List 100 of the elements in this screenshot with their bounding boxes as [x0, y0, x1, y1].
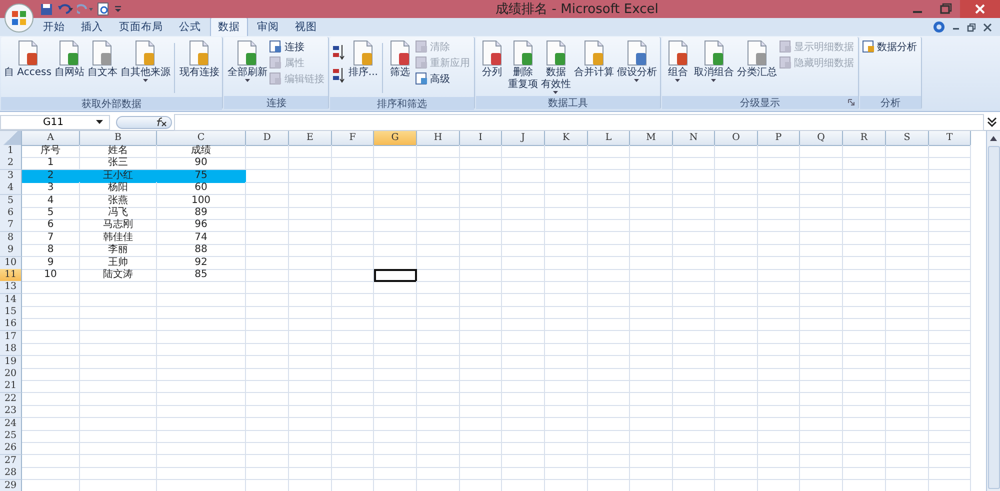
row-header[interactable]: 20 [0, 368, 22, 382]
ribbon-button[interactable]: 自文本 [86, 39, 118, 79]
ribbon-button[interactable]: 组合 [664, 39, 692, 82]
row-header[interactable]: 2 [0, 157, 22, 170]
row-header[interactable]: 7 [0, 219, 22, 232]
column-header[interactable]: J [502, 131, 545, 146]
ribbon-button[interactable]: 删除 重复项 [506, 39, 539, 91]
redo-icon[interactable] [77, 3, 93, 15]
column-header[interactable]: H [417, 131, 460, 146]
close-icon[interactable] [983, 22, 992, 32]
row-header[interactable]: 29 [0, 480, 22, 491]
row-header[interactable]: 3 [0, 170, 22, 183]
row-header[interactable]: 25 [0, 430, 22, 443]
print-preview-icon[interactable] [97, 2, 110, 16]
column-header[interactable]: N [673, 131, 715, 146]
dialog-launcher-icon[interactable] [848, 99, 855, 106]
row-header[interactable]: 9 [0, 244, 22, 258]
ribbon-button[interactable]: 排序... [347, 39, 379, 79]
row-header[interactable]: 13 [0, 281, 22, 294]
ribbon-button[interactable]: 自其他来源 [119, 39, 172, 82]
column-header[interactable]: F [332, 131, 374, 146]
ribbon-button[interactable]: 数据分析 [862, 39, 919, 54]
column-header[interactable]: R [843, 131, 886, 146]
row-header[interactable]: 21 [0, 380, 22, 394]
column-header[interactable]: O [715, 131, 758, 146]
expand-icon[interactable] [986, 116, 998, 128]
sort-icon[interactable] [332, 43, 346, 61]
column-header[interactable]: M [630, 131, 673, 146]
column-header[interactable]: I [460, 131, 502, 146]
ribbon-button[interactable]: 合并计算 [572, 39, 615, 79]
row-header[interactable]: 24 [0, 418, 22, 431]
column-header[interactable]: Q [800, 131, 843, 146]
ribbon-button[interactable]: 自 Access [3, 39, 52, 79]
row-header[interactable]: 5 [0, 194, 22, 208]
table-cell: 3 [22, 182, 80, 196]
row-header[interactable]: 15 [0, 306, 22, 320]
column-header[interactable]: E [289, 131, 332, 146]
ribbon-button[interactable]: 分类汇总 [736, 39, 778, 79]
column-header[interactable]: S [886, 131, 929, 146]
ribbon-tab[interactable]: 页面布局 [112, 18, 170, 36]
row-header[interactable]: 10 [0, 256, 22, 270]
ribbon-button[interactable]: 取消组合 [692, 39, 735, 82]
scroll-thumb[interactable] [988, 146, 1000, 489]
row-header[interactable]: 26 [0, 442, 22, 456]
name-box[interactable]: G11 [0, 114, 110, 130]
formula-field[interactable] [174, 114, 984, 130]
save-icon[interactable] [40, 2, 53, 16]
ribbon-button[interactable]: 连接 [269, 39, 326, 54]
column-header[interactable]: B [80, 131, 157, 146]
column-header[interactable]: C [157, 131, 246, 146]
ribbon-button[interactable]: 分列 [478, 39, 506, 79]
ribbon-tab[interactable]: 视图 [288, 18, 324, 36]
ribbon-button[interactable]: 全部刷新 [226, 39, 268, 82]
table-cell: 7 [22, 232, 80, 245]
ribbon-button[interactable]: 假设分析 [616, 39, 658, 82]
help-icon[interactable] [933, 21, 945, 33]
table-cell: 89 [157, 206, 246, 220]
ribbon-button[interactable]: 数据 有效性 [540, 39, 572, 94]
restore-icon[interactable] [967, 22, 976, 32]
column-header[interactable]: T [929, 131, 971, 146]
row-header[interactable]: 16 [0, 318, 22, 332]
scroll-up-icon[interactable] [990, 136, 997, 140]
vertical-scrollbar[interactable] [986, 131, 1000, 491]
dropdown-caret-icon [142, 79, 148, 82]
ribbon-button[interactable]: 自网站 [53, 39, 86, 79]
ribbon-tab[interactable]: 数据 [210, 17, 248, 36]
column-header[interactable]: K [545, 131, 588, 146]
row-header[interactable]: 19 [0, 356, 22, 369]
ribbon-button[interactable]: 筛选 [386, 39, 414, 79]
ribbon-tab[interactable]: 开始 [36, 18, 72, 36]
column-header[interactable]: L [588, 131, 630, 146]
table-cell: 10 [22, 268, 80, 282]
close-button[interactable] [960, 0, 1000, 18]
row-header[interactable]: 8 [0, 232, 22, 245]
active-cell[interactable] [374, 268, 417, 282]
ribbon-button[interactable]: 高级 [414, 71, 472, 86]
row-header[interactable]: 6 [0, 206, 22, 220]
row-header[interactable]: 14 [0, 294, 22, 307]
insert-function-button[interactable] [116, 116, 172, 128]
row-header[interactable]: 27 [0, 454, 22, 468]
row-header[interactable]: 18 [0, 343, 22, 356]
row-header[interactable]: 11 [0, 268, 22, 282]
row-header[interactable]: 22 [0, 392, 22, 406]
row-header[interactable]: 28 [0, 467, 22, 480]
row-header[interactable]: 4 [0, 182, 22, 196]
ribbon-tab[interactable]: 审阅 [250, 18, 286, 36]
ribbon-tab[interactable]: 公式 [172, 18, 208, 36]
ribbon-tab[interactable]: 插入 [74, 18, 110, 36]
column-header[interactable]: P [758, 131, 800, 146]
column-header[interactable]: A [22, 131, 80, 146]
column-header[interactable]: G [374, 131, 417, 146]
customize-icon[interactable] [114, 5, 122, 13]
table-cell: 60 [157, 182, 246, 196]
row-header[interactable]: 17 [0, 330, 22, 344]
row-header[interactable]: 1 [0, 145, 22, 158]
row-header[interactable]: 23 [0, 405, 22, 418]
sort-icon[interactable] [332, 66, 346, 84]
column-header[interactable]: D [246, 131, 289, 146]
ribbon-button[interactable]: 现有连接 [178, 39, 220, 79]
undo-icon[interactable] [57, 3, 73, 15]
